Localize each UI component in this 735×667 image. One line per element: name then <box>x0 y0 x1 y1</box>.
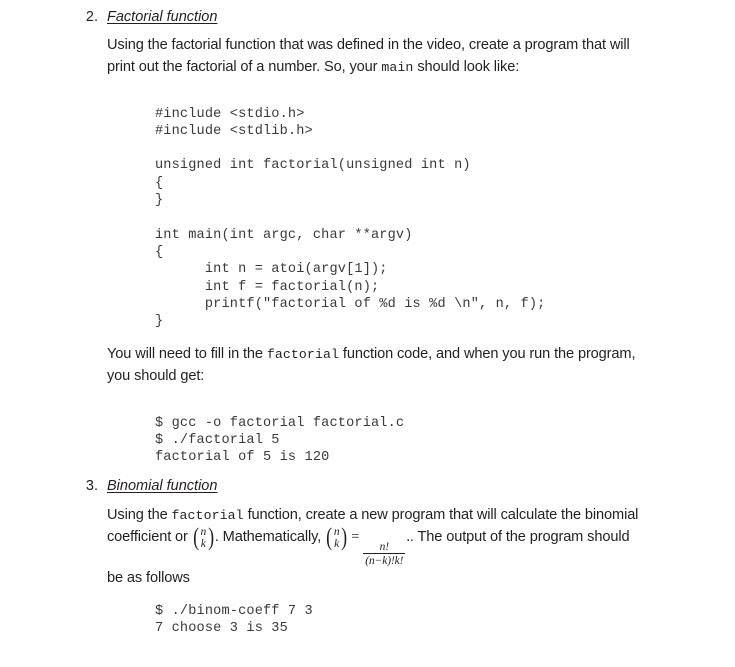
list-item-body: Binomial function <box>107 477 674 496</box>
paragraph-fill-in-factorial: You will need to fill in the factorial f… <box>107 344 640 387</box>
binomial-n: n <box>333 526 340 539</box>
paragraph-text-part: You will need to fill in the <box>107 346 267 362</box>
code-block-factorial-source: #include <stdio.h> #include <stdlib.h> u… <box>155 106 546 330</box>
paragraph-text-part: Using the factorial function that was de… <box>107 37 630 75</box>
math-binomial-coefficient-symbol: (n k) <box>325 524 348 552</box>
inline-code-factorial: factorial <box>266 347 339 362</box>
paragraph-text-part: should look like: <box>413 58 520 75</box>
binomial-stack: nk <box>200 526 207 550</box>
right-paren-glyph: ) <box>207 524 214 552</box>
list-item-3: 3. Binomial function <box>74 477 674 496</box>
left-paren-glyph: ( <box>192 524 199 552</box>
list-item-2: 2. Factorial function <box>74 8 674 27</box>
binomial-n: n <box>200 526 207 539</box>
document-page: 2. Factorial function Using the factoria… <box>0 0 735 667</box>
list-item-number: 2. <box>85 9 98 25</box>
list-item-body: Factorial function <box>107 8 674 27</box>
left-paren-glyph: ( <box>326 524 333 552</box>
inline-code-factorial: factorial <box>171 508 244 523</box>
section-heading-binomial-function: Binomial function <box>107 478 218 494</box>
paragraph-factorial-intro: Using the factorial function that was de… <box>107 35 640 78</box>
fraction-denominator: (n−k)!k! <box>365 554 404 567</box>
fraction-numerator: n! <box>379 540 389 553</box>
list-item-number: 3. <box>85 478 98 494</box>
paragraph-binomial-intro: Using the factorial function, create a n… <box>107 505 640 589</box>
binomial-stack: nk <box>333 526 340 550</box>
inline-code-main: main <box>381 59 414 75</box>
math-factorial-fraction: n! (n−k)!k! <box>363 540 406 568</box>
math-binomial-coefficient-symbol: (n k) <box>192 524 215 552</box>
binomial-k: k <box>200 537 206 550</box>
code-block-factorial-terminal: $ gcc -o factorial factorial.c $ ./facto… <box>155 415 405 466</box>
paragraph-text-part: Using the <box>107 507 172 523</box>
section-heading-factorial-function: Factorial function <box>107 9 218 25</box>
binomial-k: k <box>334 537 340 550</box>
paragraph-text-part: . Mathematically, <box>214 528 326 545</box>
math-equals-sign: = <box>351 528 360 545</box>
right-paren-glyph: ) <box>341 524 348 552</box>
code-block-binomial-terminal: $ ./binom-coeff 7 3 7 choose 3 is 35 <box>155 603 313 636</box>
